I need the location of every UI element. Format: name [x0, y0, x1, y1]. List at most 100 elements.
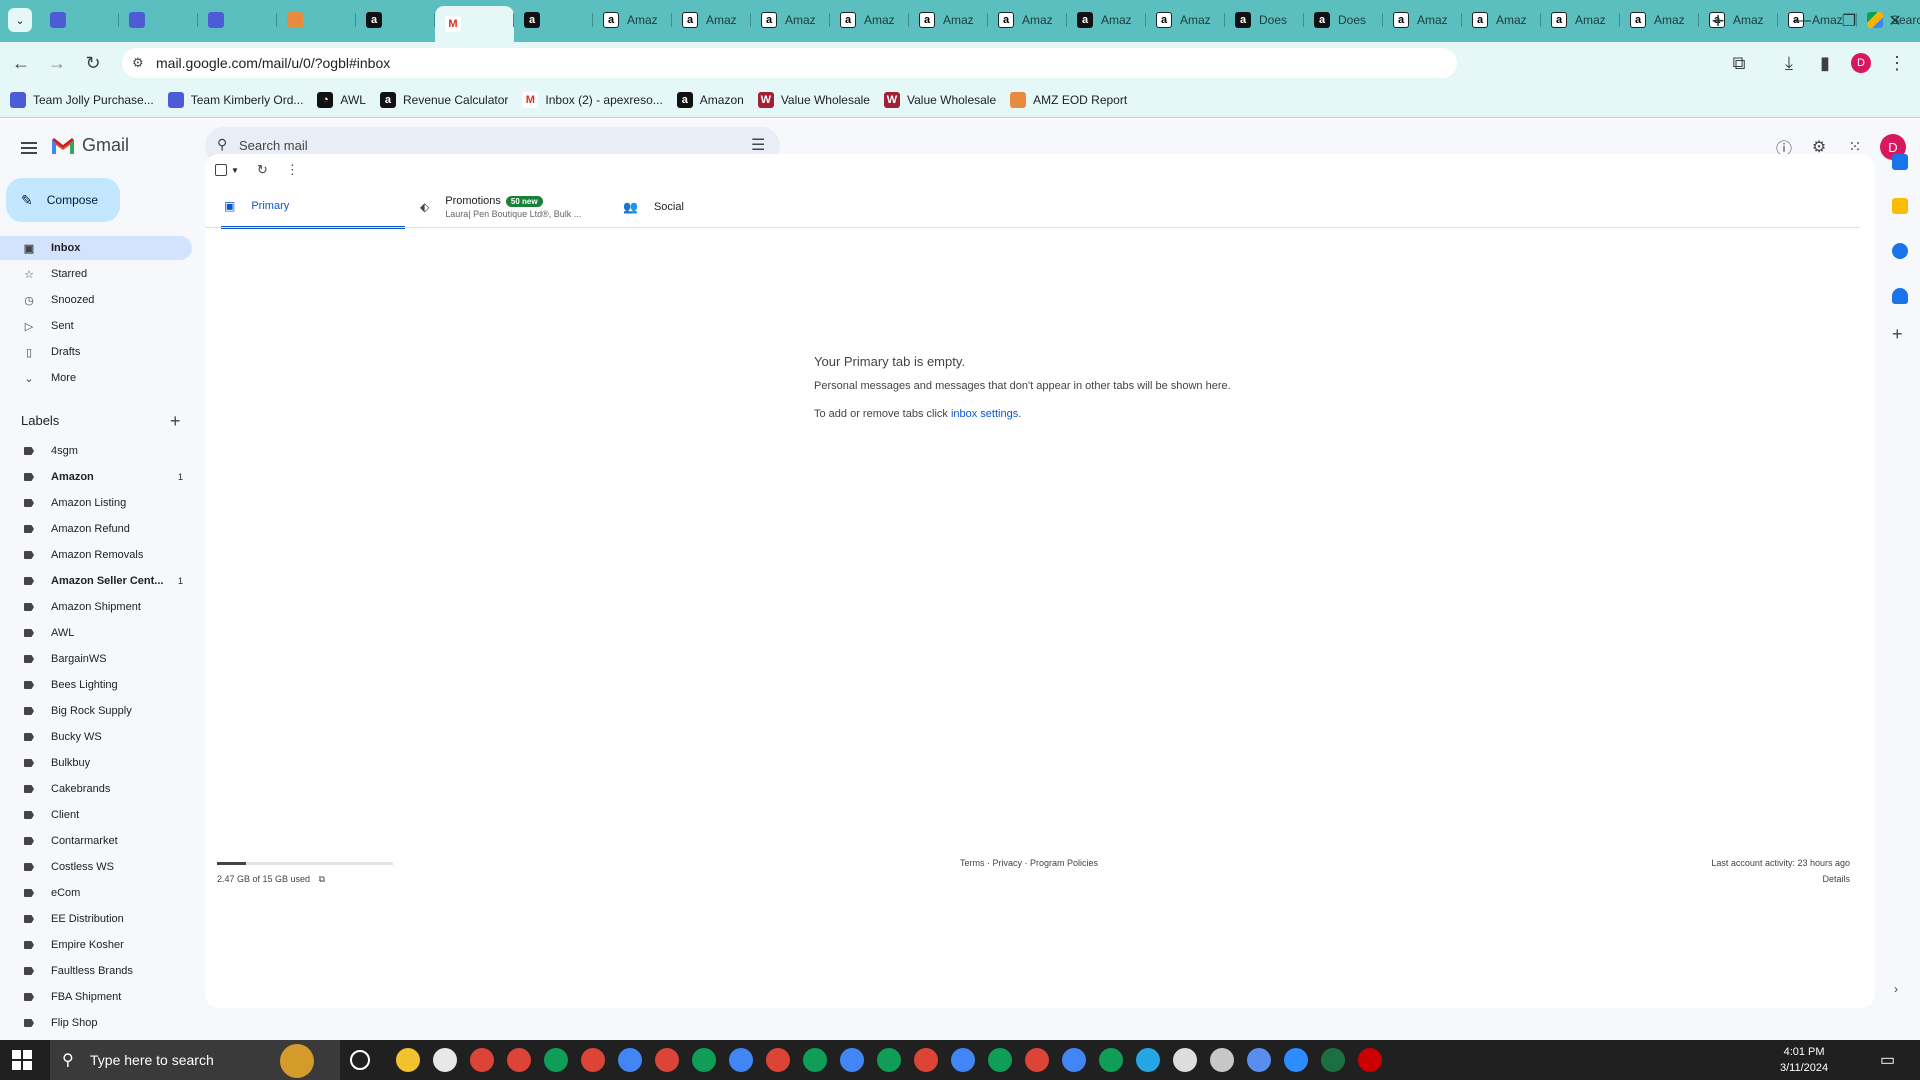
gmail-logo[interactable]: Gmail — [50, 135, 129, 156]
nav-item-sent[interactable]: ▷ Sent — [0, 314, 192, 338]
browser-tab[interactable]: a Amaz — [909, 6, 988, 34]
restore-button[interactable]: ❐ — [1826, 8, 1872, 34]
label-item[interactable]: Faultless Brands — [0, 959, 192, 983]
taskbar-app-icon[interactable] — [396, 1048, 420, 1072]
taskbar-app-icon[interactable] — [1358, 1048, 1382, 1072]
taskbar-app-icon[interactable] — [1321, 1048, 1345, 1072]
taskbar-app-icon[interactable] — [507, 1048, 531, 1072]
taskbar-app-icon[interactable] — [1247, 1048, 1271, 1072]
browser-tab[interactable] — [40, 6, 119, 34]
taskbar-app-icon[interactable] — [1099, 1048, 1123, 1072]
taskbar-app-icon[interactable] — [840, 1048, 864, 1072]
bookmark-item[interactable]: AMZ EOD Report — [1010, 91, 1127, 108]
taskbar-app-icon[interactable] — [433, 1048, 457, 1072]
browser-tab[interactable]: a Amaz — [1146, 6, 1225, 34]
browser-tab[interactable]: a Amaz — [1383, 6, 1462, 34]
taskbar-app-icon[interactable] — [1284, 1048, 1308, 1072]
bookmark-item[interactable]: Team Kimberly Ord... — [167, 91, 303, 108]
browser-tab[interactable]: a Amaz — [672, 6, 751, 34]
label-item[interactable]: 4sgm — [0, 439, 192, 463]
chrome-menu-icon[interactable]: ⋮ — [1884, 50, 1910, 76]
site-info-icon[interactable]: ⚙ — [132, 55, 144, 71]
browser-tab[interactable]: a Amaz — [751, 6, 830, 34]
profile-button[interactable]: D — [1848, 50, 1874, 76]
taskbar-app-icon[interactable] — [729, 1048, 753, 1072]
taskbar-app-icon[interactable] — [914, 1048, 938, 1072]
back-button[interactable]: ← — [8, 50, 34, 76]
browser-tab[interactable]: a — [356, 6, 435, 34]
select-dropdown-icon[interactable]: ▼ — [231, 166, 239, 175]
taskbar-app-icon[interactable] — [581, 1048, 605, 1072]
browser-tab[interactable] — [198, 6, 277, 34]
tab-search-button[interactable]: ⌄ — [8, 8, 32, 32]
bookmark-item[interactable]: a Revenue Calculator — [379, 91, 508, 108]
minimize-button[interactable]: — — [1780, 8, 1826, 34]
browser-tab[interactable]: a Amaz — [830, 6, 909, 34]
tab-primary[interactable]: ▣ Primary — [221, 185, 405, 229]
bookmark-item[interactable]: W Value Wholesale — [883, 91, 996, 108]
browser-tab[interactable]: a Amaz — [1620, 6, 1699, 34]
taskbar-app-icon[interactable] — [988, 1048, 1012, 1072]
taskbar-app-icon[interactable] — [692, 1048, 716, 1072]
taskbar-app-icon[interactable] — [877, 1048, 901, 1072]
label-item[interactable]: Client — [0, 803, 192, 827]
calendar-icon[interactable] — [1892, 154, 1908, 170]
bookmark-item[interactable]: a Amazon — [676, 91, 744, 108]
select-all-checkbox[interactable] — [215, 164, 227, 176]
task-view-icon[interactable] — [350, 1050, 370, 1070]
label-item[interactable]: Empire Kosher — [0, 933, 192, 957]
label-item[interactable]: Cakebrands — [0, 777, 192, 801]
inbox-settings-link[interactable]: inbox settings — [951, 408, 1018, 420]
refresh-icon[interactable]: ↻ — [257, 162, 268, 178]
tasks-icon[interactable] — [1892, 243, 1908, 259]
add-label-button[interactable]: + — [170, 411, 181, 432]
browser-tab[interactable]: a Amaz — [593, 6, 672, 34]
browser-tab[interactable]: a Amaz — [1541, 6, 1620, 34]
label-item[interactable]: FBA Shipment — [0, 985, 192, 1009]
browser-tab[interactable] — [277, 6, 356, 34]
label-item[interactable]: Contarmarket — [0, 829, 192, 853]
browser-tab[interactable]: a Does — [1225, 6, 1304, 34]
label-item[interactable]: Flip Shop — [0, 1011, 192, 1035]
label-item[interactable]: Amazon 1 — [0, 465, 192, 489]
tab-social[interactable]: 👥 Social — [623, 185, 813, 229]
nav-item-more[interactable]: ⌄ More — [0, 366, 192, 390]
label-item[interactable]: EE Distribution — [0, 907, 192, 931]
nav-item-snoozed[interactable]: ◷ Snoozed — [0, 288, 192, 312]
label-item[interactable]: Amazon Shipment — [0, 595, 192, 619]
nav-item-drafts[interactable]: ▯ Drafts — [0, 340, 192, 364]
label-item[interactable]: Amazon Refund — [0, 517, 192, 541]
browser-tab[interactable]: a Amaz — [988, 6, 1067, 34]
search-icon[interactable]: ⚲ — [217, 136, 227, 153]
browser-tab[interactable]: a Amaz — [1462, 6, 1541, 34]
label-item[interactable]: Big Rock Supply — [0, 699, 192, 723]
label-item[interactable]: Costless WS — [0, 855, 192, 879]
contacts-icon[interactable] — [1892, 288, 1908, 304]
bookmark-item[interactable]: M Inbox (2) - apexreso... — [522, 91, 663, 108]
taskbar-app-icon[interactable] — [766, 1048, 790, 1072]
taskbar-app-icon[interactable] — [1210, 1048, 1234, 1072]
taskbar-app-icon[interactable] — [803, 1048, 827, 1072]
side-panel-icon[interactable]: ▮ — [1812, 50, 1838, 76]
taskbar-app-icon[interactable] — [1062, 1048, 1086, 1072]
tab-promotions[interactable]: ⬖ Promotions 50 new Laura| Pen Boutique … — [420, 185, 610, 229]
label-item[interactable]: Bulkbuy — [0, 751, 192, 775]
taskbar-app-icon[interactable] — [470, 1048, 494, 1072]
open-storage-icon[interactable]: ⧉ — [319, 874, 325, 884]
notifications-icon[interactable]: ▭ — [1880, 1050, 1895, 1070]
footer-links[interactable]: Terms · Privacy · Program Policies — [960, 858, 1098, 868]
windows-start-icon[interactable] — [10, 1048, 34, 1072]
bookmark-item[interactable]: W Value Wholesale — [757, 91, 870, 108]
download-icon[interactable]: ⤓ — [1776, 50, 1802, 76]
label-item[interactable]: BargainWS — [0, 647, 192, 671]
browser-tab[interactable]: a — [514, 6, 593, 34]
label-item[interactable]: Amazon Seller Cent... 1 — [0, 569, 192, 593]
label-item[interactable]: eCom — [0, 881, 192, 905]
new-tab-button[interactable]: + — [1705, 8, 1731, 34]
browser-tab[interactable] — [119, 6, 198, 34]
browser-tab[interactable]: a Does — [1304, 6, 1383, 34]
nav-item-starred[interactable]: ☆ Starred — [0, 262, 192, 286]
bookmark-item[interactable]: Team Jolly Purchase... — [10, 91, 154, 108]
taskbar-app-icon[interactable] — [655, 1048, 679, 1072]
taskbar-app-icon[interactable] — [951, 1048, 975, 1072]
